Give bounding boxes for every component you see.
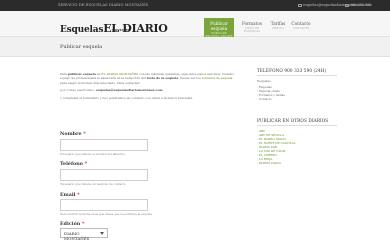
nav-item-contacto[interactable]: Contacto CONTACTE	[289, 18, 313, 37]
intro-text: . Puede ver los	[178, 76, 202, 81]
name-input[interactable]	[60, 139, 148, 151]
sidebar-others-title: PUBLICAR EN OTROS DIARIOS	[257, 118, 337, 126]
mail-icon	[298, 3, 302, 7]
nav-item-sub: CONTACTE	[292, 27, 310, 30]
sidebar-phone-title: TELÉFONO 900 333 590 (24H)	[257, 68, 337, 76]
edition-select[interactable]: DIARIO MONTAÑÉS	[60, 228, 108, 240]
intro-bold: texto de la esquela	[146, 76, 179, 81]
list-item[interactable]: Contacto	[257, 97, 337, 101]
email-label: Email *	[60, 192, 80, 198]
sidebar-others-list: ABC ABC DE SEVILLA EL DIARIO VASCO EL NO…	[257, 129, 337, 165]
name-label: Nombre *	[60, 131, 86, 137]
top-bar-phone: 900 333 590	[345, 3, 372, 7]
main-content: Para publicar esquela en EL DIARIO MONTA…	[60, 72, 240, 100]
phone-icon	[345, 3, 349, 7]
formats-link[interactable]: formatos de esquela	[202, 76, 233, 80]
intro-paragraph: Para publicar esquela en EL DIARIO MONTA…	[60, 72, 240, 85]
nav-item-sub: PRECIO	[272, 27, 284, 30]
phone-hint: Necesario que rellene un teléfono de con…	[60, 182, 127, 186]
nav-item-label: Tarifas	[270, 21, 286, 26]
intro-email-link[interactable]: esquelas@esquelasdiariomontanes.com	[96, 88, 163, 92]
nav-item-label: Publicar esquela	[210, 21, 228, 31]
required-mark: *	[77, 192, 80, 198]
top-bar: SERVICIO DE ESQUELAS DIARIO MONTAÑÉS esq…	[0, 0, 390, 11]
nav-item-formatos[interactable]: Formatos TIPOS DE ESQUELAS	[239, 18, 265, 37]
chevron-down-icon	[100, 232, 104, 235]
nav-item-tarifas[interactable]: Tarifas PRECIO	[268, 18, 288, 37]
phone-label-text: Teléfono	[60, 161, 83, 167]
edition-label: Edición *	[60, 221, 84, 227]
site-header: EsquelasEL DIARIO MONTAÑÉS	[0, 11, 390, 37]
required-mark: *	[84, 161, 88, 167]
nav-item-sub: TIPOS DE ESQUELAS	[243, 27, 261, 33]
name-hint: Necesario que rellene el nombre del fall…	[60, 152, 126, 156]
required-mark: *	[81, 221, 85, 227]
phone-input[interactable]	[60, 169, 148, 181]
intro-form-line: o completar el formulario y nos pondremo…	[60, 95, 194, 100]
sidebar-phone-sub: Esquelas	[257, 79, 271, 83]
date-hint: Debe indicar la fecha en la que desea qu…	[60, 212, 152, 216]
logo-part1: Esquelas	[60, 25, 104, 35]
phone-label: Teléfono *	[60, 161, 87, 167]
top-bar-phone-text: 900 333 590	[350, 3, 372, 7]
email-label-text: Email	[60, 192, 76, 198]
required-mark: *	[83, 131, 86, 137]
sidebar: TELÉFONO 900 333 590 (24H) Esquelas Esqu…	[257, 68, 337, 165]
edition-label-text: Edición	[60, 221, 81, 227]
site-logo[interactable]: EsquelasEL DIARIO MONTAÑÉS	[60, 17, 168, 36]
list-item[interactable]: DIARIO VASCO	[257, 161, 337, 165]
intro-text: para elegir el modelo más adecuado. Para…	[60, 80, 141, 85]
page-title: Publicar esquela	[60, 44, 103, 50]
intro-text: por correo electrónico:	[60, 88, 96, 93]
sidebar-phone-list: Esquelas Esquela online Formatos y tarif…	[257, 85, 337, 101]
nav-item-publicar[interactable]: Publicar esquela PUBLICAR ESQUELA ONLINE	[204, 18, 234, 38]
name-label-text: Nombre	[60, 131, 82, 137]
edition-select-value: DIARIO MONTAÑÉS	[64, 231, 90, 240]
logo-sub: MONTAÑÉS	[112, 29, 130, 32]
nav-item-label: Formatos	[241, 21, 263, 26]
page-title-bar: Publicar esquela	[0, 37, 390, 57]
nav-item-label: Contacto	[291, 21, 311, 26]
top-bar-service-text: SERVICIO DE ESQUELAS DIARIO MONTAÑÉS	[58, 3, 149, 7]
email-input[interactable]	[60, 199, 148, 211]
intro-email-line: por correo electrónico: esquelas@esquela…	[60, 88, 240, 92]
